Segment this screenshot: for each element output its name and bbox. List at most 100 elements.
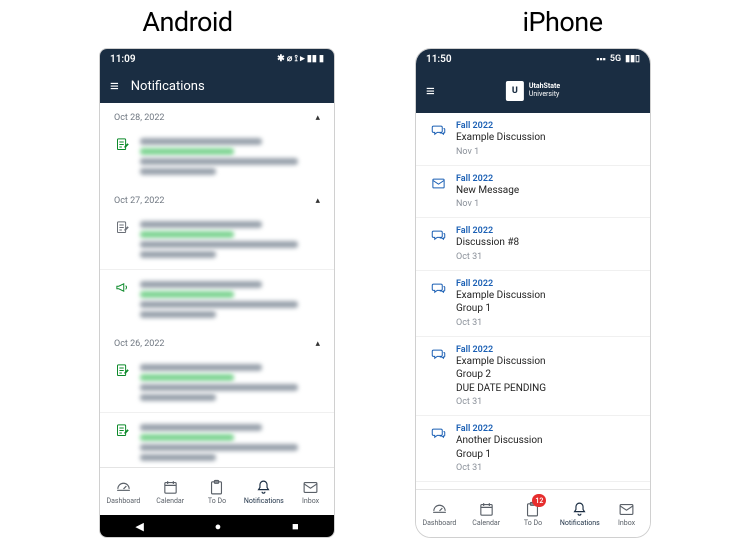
date-header[interactable]: Oct 28, 2022▴ (100, 103, 334, 127)
home-button[interactable]: ● (215, 520, 222, 533)
android-status-bar: 11:09 ✱ ⌀ ⟟ ▸ ▮▮ ▮ (100, 49, 334, 69)
course-label: Fall 2022 (456, 226, 636, 236)
discussion-icon (430, 121, 446, 157)
notification-date: Nov 1 (456, 147, 636, 157)
tab-dashboard[interactable]: Dashboard (416, 490, 463, 537)
notification-date: Oct 31 (456, 397, 636, 407)
status-time: 11:09 (110, 54, 136, 65)
discussion-icon (430, 424, 446, 473)
network-label: 5G (610, 54, 621, 64)
tab-dashboard[interactable]: Dashboard (100, 468, 147, 515)
tab-to-do[interactable]: 12 To Do (510, 490, 557, 537)
notification-item[interactable]: Fall 2022 Discussion #8 Oct 31 (416, 217, 650, 270)
android-label: Android (0, 6, 375, 38)
notification-item[interactable] (100, 127, 334, 186)
tab-label: Notifications (560, 519, 600, 527)
tab-label: Calendar (472, 519, 500, 527)
notification-item[interactable]: Fall 2022 Example Discussion Group 2 DUE… (416, 336, 650, 416)
android-phone: 11:09 ✱ ⌀ ⟟ ▸ ▮▮ ▮ ≡ Notifications Oct 2… (99, 48, 335, 538)
brand-text: UtahState University (529, 83, 560, 98)
iphone-label: iPhone (375, 6, 750, 38)
notification-subtitle: DUE DATE PENDING (456, 382, 636, 396)
note-icon (114, 361, 130, 404)
status-icons: ▪▪▪ 5G ▮▮▯ (596, 54, 640, 65)
menu-icon[interactable]: ≡ (426, 84, 435, 99)
notification-item[interactable]: Fall 2022 Example Discussion Nov 1 (416, 113, 650, 165)
course-label: Fall 2022 (456, 174, 636, 184)
badge: 12 (532, 494, 546, 507)
course-label: Fall 2022 (456, 345, 636, 355)
notification-date: Oct 31 (456, 463, 636, 473)
phones-container: 11:09 ✱ ⌀ ⟟ ▸ ▮▮ ▮ ≡ Notifications Oct 2… (0, 48, 750, 548)
recent-button[interactable]: ■ (292, 520, 299, 533)
brand: U UtahState University (506, 81, 560, 101)
menu-icon[interactable]: ≡ (110, 79, 119, 94)
iphone-phone: 11:50 ▪▪▪ 5G ▮▮▯ ≡ U UtahState Universit… (415, 48, 651, 538)
tab-notifications[interactable]: Notifications (240, 468, 287, 515)
notification-item[interactable] (100, 412, 334, 467)
tab-label: To Do (208, 497, 226, 505)
notification-subtitle: Group 1 (456, 448, 636, 462)
notification-subtitle: Group 2 (456, 368, 636, 382)
status-time: 11:50 (426, 54, 452, 65)
notification-title: Example Discussion (456, 131, 636, 145)
iphone-bottom-nav: Dashboard Calendar 12 To Do Notification… (416, 489, 650, 537)
notification-title: Another Discussion (456, 434, 636, 448)
iphone-status-bar: 11:50 ▪▪▪ 5G ▮▮▯ (416, 49, 650, 69)
battery-icon: ▮▮▯ (625, 54, 640, 64)
tab-label: Dashboard (422, 519, 456, 527)
tab-inbox[interactable]: Inbox (287, 468, 334, 515)
notification-item[interactable]: Fall 2022 Example Discussion Group 1 Oct… (416, 270, 650, 336)
tab-label: Calendar (156, 497, 184, 505)
megaphone-icon (114, 278, 130, 321)
tab-label: To Do (524, 519, 542, 527)
notification-date: Oct 31 (456, 318, 636, 328)
tab-notifications[interactable]: Notifications (556, 490, 603, 537)
iphone-app-header: ≡ U UtahState University (416, 69, 650, 113)
platform-labels: Android iPhone (0, 6, 750, 38)
tab-calendar[interactable]: Calendar (147, 468, 194, 515)
tab-inbox[interactable]: Inbox (603, 490, 650, 537)
notification-subtitle: Group 1 (456, 302, 636, 316)
tab-label: Inbox (618, 519, 635, 527)
back-button[interactable]: ◀ (135, 520, 143, 533)
notification-title: Example Discussion (456, 355, 636, 369)
chevron-up-icon: ▴ (315, 196, 320, 206)
note-icon (114, 218, 130, 261)
notification-title: New Message (456, 184, 636, 198)
tab-label: Inbox (302, 497, 319, 505)
date-header[interactable]: Oct 27, 2022▴ (100, 186, 334, 210)
date-header[interactable]: Oct 26, 2022▴ (100, 329, 334, 353)
discussion-icon (430, 226, 446, 262)
iphone-notification-list[interactable]: Fall 2022 Example Discussion Nov 1 Fall … (416, 113, 650, 489)
discussion-icon (430, 345, 446, 408)
tab-calendar[interactable]: Calendar (463, 490, 510, 537)
envelope-icon (430, 174, 446, 210)
note-icon (114, 421, 130, 464)
notification-title: Discussion #8 (456, 236, 636, 250)
notification-item[interactable] (100, 353, 334, 412)
signal-icon: ▪▪▪ (596, 54, 606, 65)
android-app-header: ≡ Notifications (100, 69, 334, 103)
notification-item[interactable]: Fall 2022 31 Oct. Session Summary Oct 31 (416, 481, 650, 489)
notification-item[interactable]: Fall 2022 New Message Nov 1 (416, 165, 650, 218)
notification-date: Oct 31 (456, 252, 636, 262)
tab-to-do[interactable]: To Do (194, 468, 241, 515)
notification-item[interactable]: Fall 2022 Another Discussion Group 1 Oct… (416, 415, 650, 481)
chevron-up-icon: ▴ (315, 339, 320, 349)
brand-logo: U (506, 81, 524, 101)
android-system-nav: ◀ ● ■ (100, 515, 334, 537)
tab-label: Dashboard (106, 497, 140, 505)
course-label: Fall 2022 (456, 424, 636, 434)
status-icons: ✱ ⌀ ⟟ ▸ ▮▮ ▮ (277, 54, 324, 64)
page-title: Notifications (131, 79, 205, 94)
chevron-up-icon: ▴ (315, 113, 320, 123)
notification-title: Example Discussion (456, 289, 636, 303)
notification-item[interactable] (100, 269, 334, 329)
android-notification-list[interactable]: Oct 28, 2022▴ Oct 27, 2022▴ (100, 103, 334, 467)
course-label: Fall 2022 (456, 121, 636, 131)
note-icon (114, 135, 130, 178)
course-label: Fall 2022 (456, 279, 636, 289)
notification-item[interactable] (100, 210, 334, 269)
discussion-icon (430, 279, 446, 328)
